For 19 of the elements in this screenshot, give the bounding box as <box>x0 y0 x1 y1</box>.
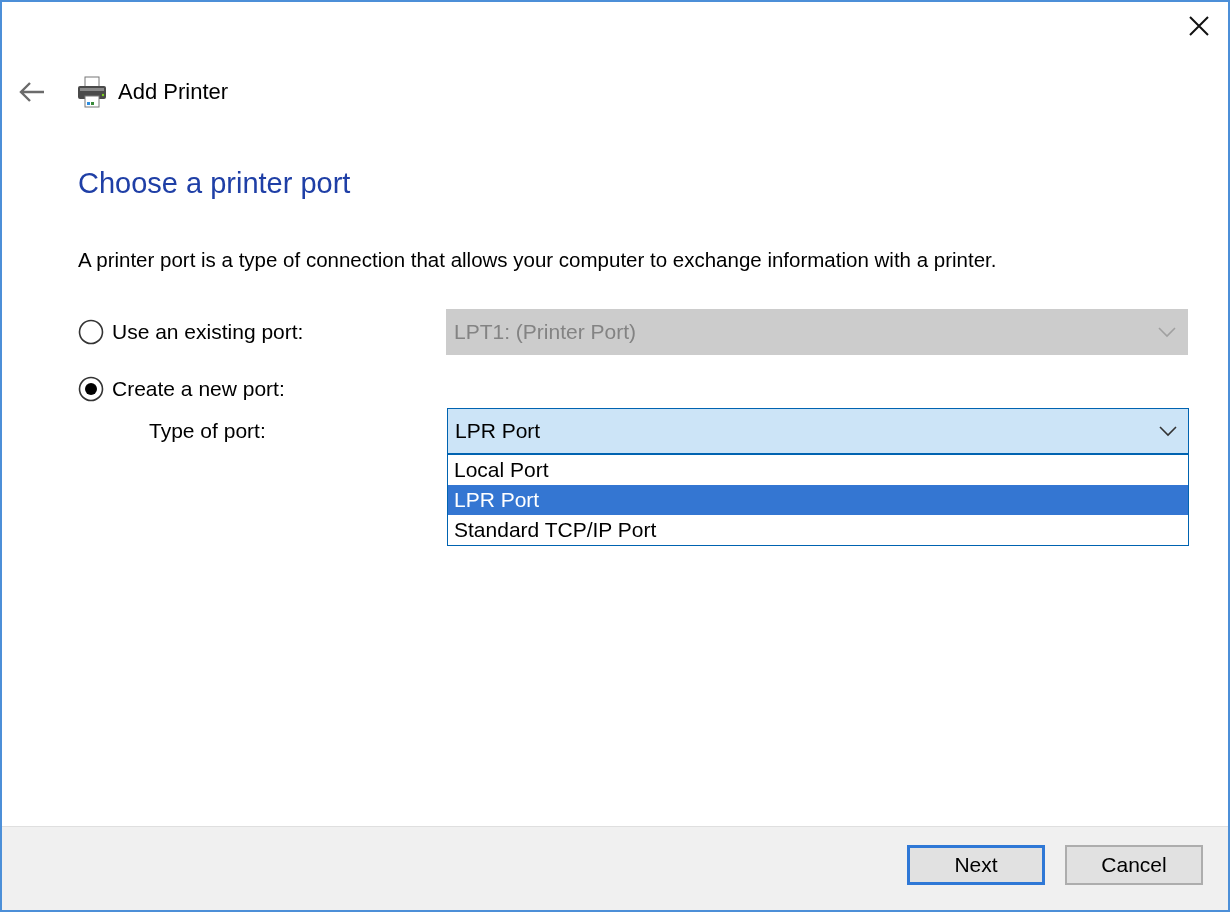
dialog-button[interactable]: Cancel <box>1065 845 1203 885</box>
chevron-down-icon <box>1158 425 1178 437</box>
dropdown-option[interactable]: Local Port <box>448 455 1188 485</box>
page-heading: Choose a printer port <box>78 167 352 200</box>
back-arrow-icon[interactable] <box>18 81 46 103</box>
radio-label[interactable]: Create a new port: <box>112 377 285 401</box>
dropdown-option[interactable]: LPR Port <box>448 485 1188 515</box>
description-text: A printer port is a type of connection that allows your computer to exchange information with a printer. <box>78 248 998 272</box>
dialog-button[interactable]: Next <box>907 845 1045 885</box>
dropdown-option[interactable]: Standard TCP/IP Port <box>448 515 1188 545</box>
chevron-down-icon <box>1157 326 1177 338</box>
radio-label[interactable]: Use an existing port: <box>112 320 304 344</box>
radio-button[interactable] <box>78 319 104 345</box>
field-label: Type of port: <box>148 419 267 443</box>
printer-icon <box>76 75 108 109</box>
radio-button[interactable] <box>78 376 104 402</box>
window-title: Add Printer <box>118 79 229 105</box>
close-icon <box>1188 15 1210 37</box>
dropdown[interactable]: LPR Port <box>447 408 1189 454</box>
